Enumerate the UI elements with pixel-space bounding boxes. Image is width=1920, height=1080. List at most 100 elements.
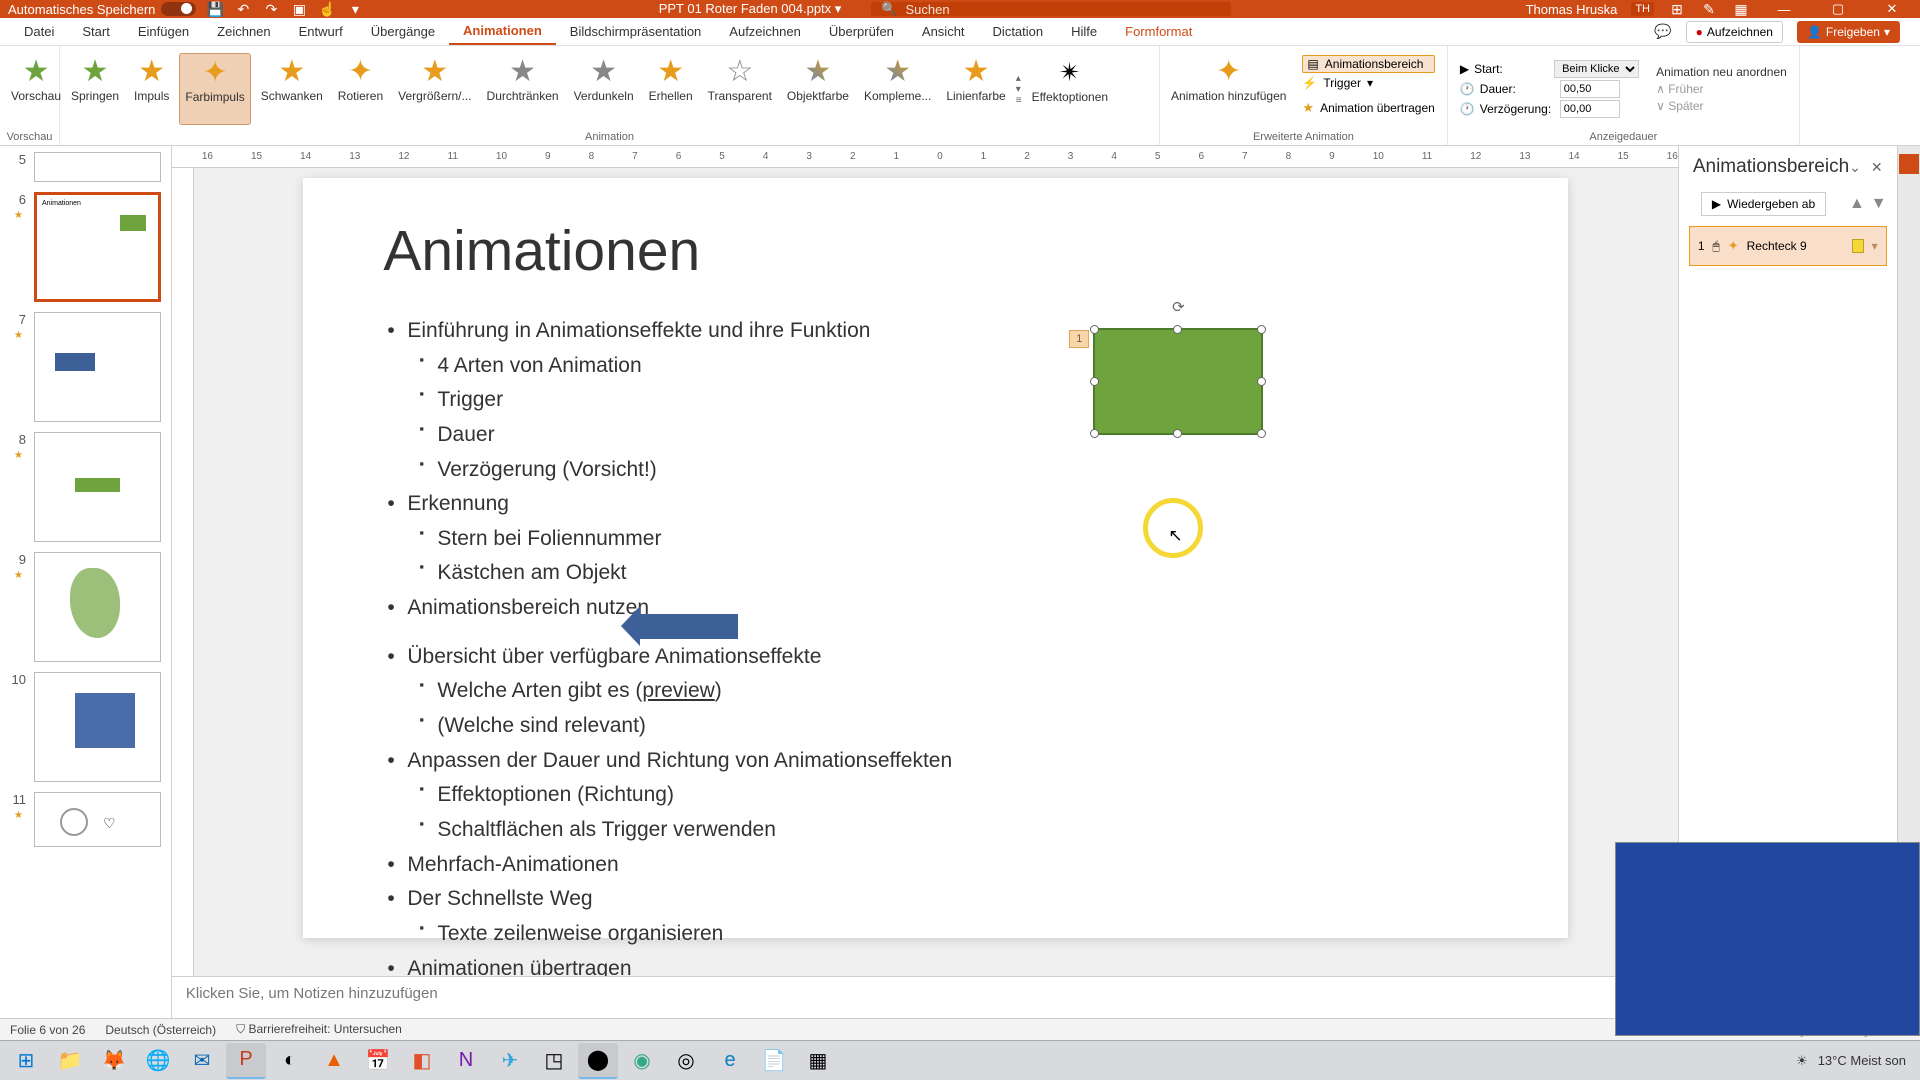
rotation-handle-icon[interactable]: ⟳ — [1172, 298, 1185, 316]
pane-dropdown-icon[interactable]: ⌄ — [1849, 159, 1861, 176]
effect-linienfarbe[interactable]: ★Linienfarbe — [941, 53, 1010, 125]
slide[interactable]: Animationen Einführung in Animationseffe… — [303, 178, 1568, 938]
coming-soon-icon[interactable]: ⊞ — [1668, 0, 1686, 18]
undo-icon[interactable]: ↶ — [234, 0, 252, 18]
blue-arrow-shape[interactable] — [640, 614, 738, 639]
vlc-icon[interactable]: ▲ — [314, 1043, 354, 1079]
weather-text[interactable]: 13°C Meist son — [1818, 1053, 1906, 1068]
resize-handle[interactable] — [1090, 377, 1099, 386]
effect-farbimpuls[interactable]: ✦Farbimpuls — [179, 53, 250, 125]
start-button[interactable]: ⊞ — [6, 1043, 46, 1079]
autosave-toggle[interactable]: Automatisches Speichern — [8, 2, 196, 17]
resize-handle[interactable] — [1090, 325, 1099, 334]
close-button[interactable]: ✕ — [1872, 0, 1912, 18]
start-select[interactable]: Beim Klicken — [1554, 60, 1639, 78]
app-icon-5[interactable]: ▦ — [798, 1043, 838, 1079]
firefox-icon[interactable]: 🦊 — [94, 1043, 134, 1079]
effect-rotieren[interactable]: ✦Rotieren — [333, 53, 388, 125]
search-input[interactable]: 🔍 Suchen — [871, 2, 1231, 16]
delay-input[interactable] — [1560, 100, 1620, 118]
pane-close-icon[interactable]: ✕ — [1871, 159, 1883, 176]
notes-field[interactable]: Klicken Sie, um Notizen hinzuzufügen — [172, 976, 1678, 1018]
thumb-9[interactable]: 9★ — [10, 552, 161, 662]
chrome-icon[interactable]: 🌐 — [138, 1043, 178, 1079]
resize-handle[interactable] — [1257, 377, 1266, 386]
slide-thumbnails[interactable]: 5 6★Animationen 7★ 8★ 9★ 10 11★♡ — [0, 146, 172, 1018]
window-icon[interactable]: ▦ — [1732, 0, 1750, 18]
tab-dictation[interactable]: Dictation — [979, 18, 1058, 45]
thumb-10[interactable]: 10 — [10, 672, 161, 782]
outlook-icon[interactable]: ✉ — [182, 1043, 222, 1079]
tab-formformat[interactable]: Formformat — [1111, 18, 1206, 45]
effect-impuls[interactable]: ★Impuls — [129, 53, 174, 125]
tab-hilfe[interactable]: Hilfe — [1057, 18, 1111, 45]
slide-bullets-2[interactable]: Übersicht über verfügbare Animationseffe… — [383, 640, 1508, 976]
present-icon[interactable]: ▣ — [290, 0, 308, 18]
tab-datei[interactable]: Datei — [10, 18, 68, 45]
tab-ueberpruefen[interactable]: Überprüfen — [815, 18, 908, 45]
filename[interactable]: PPT 01 Roter Faden 004.pptx ▾ — [659, 1, 842, 17]
animation-list-item[interactable]: 1 🖱 ✦ Rechteck 9 ▾ — [1689, 226, 1887, 266]
minimize-button[interactable]: — — [1764, 0, 1804, 18]
resize-handle[interactable] — [1173, 325, 1182, 334]
tab-einfuegen[interactable]: Einfügen — [124, 18, 203, 45]
user-badge[interactable]: TH — [1631, 2, 1654, 16]
tab-animationen[interactable]: Animationen — [449, 18, 556, 45]
duration-input[interactable] — [1560, 80, 1620, 98]
effect-options-button[interactable]: ✴Effektoptionen — [1027, 53, 1114, 125]
save-icon[interactable]: 💾 — [206, 0, 224, 18]
record-indicator-icon[interactable]: ◉ — [622, 1043, 662, 1079]
powerpoint-icon[interactable]: P — [226, 1043, 266, 1079]
effect-komplement[interactable]: ★Kompleme... — [859, 53, 936, 125]
play-from-button[interactable]: ▶Wiedergeben ab — [1701, 192, 1826, 216]
tab-start[interactable]: Start — [68, 18, 123, 45]
slide-bullets[interactable]: Einführung in Animationseffekte und ihre… — [383, 314, 1508, 626]
tab-entwurf[interactable]: Entwurf — [285, 18, 357, 45]
effect-erhellen[interactable]: ★Erhellen — [644, 53, 698, 125]
edge-icon[interactable]: e — [710, 1043, 750, 1079]
animation-order-tag[interactable]: 1 — [1069, 330, 1089, 348]
onenote-icon[interactable]: N — [446, 1043, 486, 1079]
transfer-anim-button[interactable]: ★Animation übertragen — [1302, 93, 1434, 123]
ink-icon[interactable]: ✎ — [1700, 0, 1718, 18]
thumb-6[interactable]: 6★Animationen — [10, 192, 161, 302]
gallery-more-button[interactable]: ▴▾≡ — [1016, 73, 1022, 106]
effect-vergroessern[interactable]: ★Vergrößern/... — [393, 53, 476, 125]
share-button[interactable]: 👤Freigeben▾ — [1797, 21, 1900, 43]
thumb-11[interactable]: 11★♡ — [10, 792, 161, 847]
maximize-button[interactable]: ▢ — [1818, 0, 1858, 18]
anim-timing-bar[interactable] — [1852, 239, 1864, 253]
effect-verdunkeln[interactable]: ★Verdunkeln — [569, 53, 639, 125]
notepad-icon[interactable]: 📄 — [754, 1043, 794, 1079]
qat-more-icon[interactable]: ▾ — [346, 0, 364, 18]
obs-icon[interactable]: ⬤ — [578, 1043, 618, 1079]
anim-item-menu-icon[interactable]: ▾ — [1872, 239, 1878, 253]
add-animation-button[interactable]: ✦Animation hinzufügen — [1166, 53, 1291, 125]
green-rectangle-shape[interactable]: 1 ⟳ — [1093, 328, 1263, 435]
touch-icon[interactable]: ☝ — [318, 0, 336, 18]
anim-pane-button[interactable]: ▤Animationsbereich — [1302, 55, 1434, 73]
vertical-ruler[interactable] — [172, 168, 194, 976]
effect-transparent[interactable]: ☆Transparent — [703, 53, 777, 125]
explorer-icon[interactable]: 📁 — [50, 1043, 90, 1079]
move-up-icon[interactable]: ▲ — [1849, 195, 1865, 213]
thumb-5[interactable]: 5 — [10, 152, 161, 182]
move-down-icon[interactable]: ▼ — [1871, 195, 1887, 213]
slide-counter[interactable]: Folie 6 von 26 — [10, 1023, 85, 1037]
weather-icon[interactable]: ☀ — [1796, 1053, 1808, 1069]
app-icon[interactable]: ◐ — [270, 1043, 310, 1079]
calendar-icon[interactable]: 📅 — [358, 1043, 398, 1079]
app-icon-4[interactable]: ◎ — [666, 1043, 706, 1079]
preview-button[interactable]: ★Vorschau — [6, 53, 66, 125]
record-button[interactable]: ●Aufzeichnen — [1686, 21, 1783, 43]
redo-icon[interactable]: ↷ — [262, 0, 280, 18]
thumb-8[interactable]: 8★ — [10, 432, 161, 542]
tab-zeichnen[interactable]: Zeichnen — [203, 18, 284, 45]
horizontal-ruler[interactable]: 1615141312111098765432101234567891011121… — [172, 146, 1678, 168]
telegram-icon[interactable]: ✈ — [490, 1043, 530, 1079]
user-name[interactable]: Thomas Hruska — [1526, 2, 1618, 17]
effect-durchtraenken[interactable]: ★Durchtränken — [482, 53, 564, 125]
toggle-switch[interactable] — [161, 2, 196, 16]
tab-uebergaenge[interactable]: Übergänge — [357, 18, 449, 45]
effect-springen[interactable]: ★Springen — [66, 53, 124, 125]
